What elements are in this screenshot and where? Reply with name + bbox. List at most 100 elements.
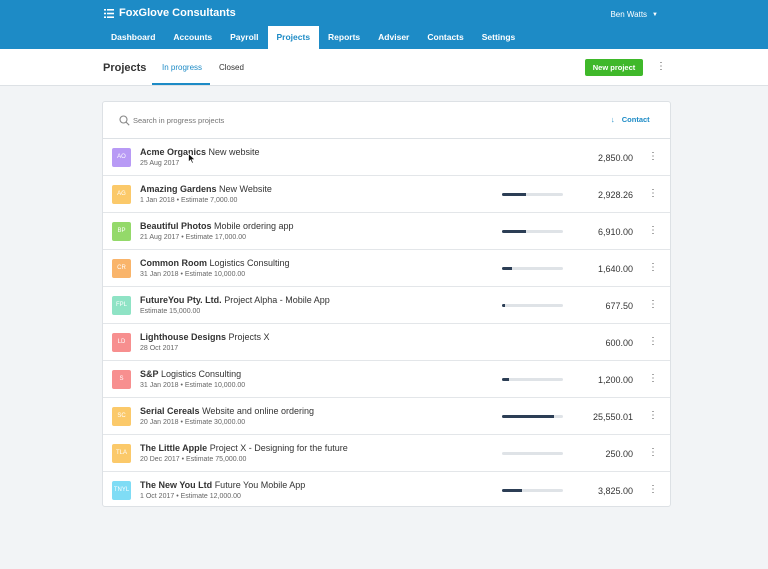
project-meta: 1 Oct 2017 • Estimate 12,000.00 bbox=[140, 493, 241, 500]
progress-fill bbox=[502, 230, 527, 233]
project-title: Lighthouse Designs Projects X bbox=[140, 332, 270, 342]
project-name: Logistics Consulting bbox=[209, 258, 290, 268]
project-row[interactable]: CR Common Room Logistics Consulting 31 Jan… bbox=[103, 250, 670, 287]
client-name: Acme Organics bbox=[140, 147, 207, 157]
more-options-icon[interactable]: ⋮ bbox=[656, 61, 666, 73]
project-row[interactable]: LD Lighthouse Designs Projects X 28 Oct 20… bbox=[103, 324, 670, 361]
avatar: CR bbox=[112, 259, 131, 278]
top-bar: FoxGlove Consultants Ben Watts ▼ Dashboa… bbox=[0, 0, 768, 49]
progress-bar bbox=[502, 193, 563, 196]
search-bar: ↓ Contact bbox=[103, 102, 670, 139]
avatar: LD bbox=[112, 333, 131, 352]
more-options-icon[interactable]: ⋮ bbox=[648, 336, 658, 348]
tab-in-progress[interactable]: In progress bbox=[162, 63, 202, 72]
project-row[interactable]: TLA The Little Apple Project X - Designin… bbox=[103, 435, 670, 472]
main-nav: Dashboard Accounts Payroll Projects Reports A… bbox=[102, 26, 524, 49]
client-name: The New You Ltd bbox=[140, 480, 213, 490]
org-switcher[interactable]: FoxGlove Consultants bbox=[104, 7, 236, 19]
project-meta: 25 Aug 2017 bbox=[140, 160, 180, 167]
new-project-button[interactable]: New project bbox=[585, 59, 643, 76]
project-meta: 28 Oct 2017 bbox=[140, 345, 179, 352]
avatar: SC bbox=[112, 407, 131, 426]
project-amount: 677.50 bbox=[605, 301, 633, 311]
more-options-icon[interactable]: ⋮ bbox=[648, 188, 658, 200]
search-icon bbox=[119, 115, 130, 126]
more-options-icon[interactable]: ⋮ bbox=[648, 151, 658, 163]
project-title: Common Room Logistics Consulting bbox=[140, 258, 290, 268]
nav-tab-contacts[interactable]: Contacts bbox=[418, 26, 472, 49]
nav-tab-settings[interactable]: Settings bbox=[473, 26, 525, 49]
avatar: TNYL bbox=[112, 481, 131, 500]
search-input[interactable] bbox=[133, 113, 433, 127]
avatar: TLA bbox=[112, 444, 131, 463]
tab-closed[interactable]: Closed bbox=[219, 63, 244, 72]
nav-tab-adviser[interactable]: Adviser bbox=[369, 26, 418, 49]
project-meta: Estimate 15,000.00 bbox=[140, 308, 201, 315]
project-name: Future You Mobile App bbox=[214, 480, 306, 490]
project-name: New Website bbox=[219, 184, 272, 194]
sub-header: Projects In progress Closed New project … bbox=[0, 49, 768, 86]
progress-bar bbox=[502, 378, 563, 381]
progress-fill bbox=[502, 415, 554, 418]
active-tab-indicator bbox=[152, 83, 210, 85]
more-options-icon[interactable]: ⋮ bbox=[648, 447, 658, 459]
user-menu[interactable]: Ben Watts ▼ bbox=[610, 10, 658, 19]
nav-tab-reports[interactable]: Reports bbox=[319, 26, 369, 49]
project-meta: 1 Jan 2018 • Estimate 7,000.00 bbox=[140, 197, 238, 204]
project-title: Acme Organics New website bbox=[140, 147, 260, 157]
project-amount: 1,200.00 bbox=[597, 375, 633, 385]
menu-icon bbox=[104, 8, 114, 18]
project-row[interactable]: BP Beautiful Photos Mobile ordering app 21… bbox=[103, 213, 670, 250]
client-name: Amazing Gardens bbox=[140, 184, 217, 194]
avatar: S bbox=[112, 370, 131, 389]
nav-tab-dashboard[interactable]: Dashboard bbox=[102, 26, 164, 49]
client-name: S&P bbox=[140, 369, 159, 379]
progress-bar bbox=[502, 230, 563, 233]
more-options-icon[interactable]: ⋮ bbox=[648, 299, 658, 311]
project-amount: 2,850.00 bbox=[597, 153, 633, 163]
project-amount: 2,928.26 bbox=[597, 190, 633, 200]
client-name: Lighthouse Designs bbox=[140, 332, 227, 342]
project-meta: 20 Jan 2018 • Estimate 30,000.00 bbox=[140, 419, 246, 426]
project-name: Projects X bbox=[228, 332, 270, 342]
client-name: Beautiful Photos bbox=[140, 221, 212, 231]
client-name: The Little Apple bbox=[140, 443, 208, 453]
project-row[interactable]: SC Serial Cereals Website and online orde… bbox=[103, 398, 670, 435]
client-name: FutureYou Pty. Ltd. bbox=[140, 295, 222, 305]
avatar: BP bbox=[112, 222, 131, 241]
nav-tab-payroll[interactable]: Payroll bbox=[221, 26, 267, 49]
project-amount: 6,910.00 bbox=[597, 227, 633, 237]
project-title: FutureYou Pty. Ltd. Project Alpha - Mobi… bbox=[140, 295, 330, 305]
project-meta: 21 Aug 2017 • Estimate 17,000.00 bbox=[140, 234, 246, 241]
project-amount: 250.00 bbox=[605, 449, 633, 459]
project-row[interactable]: TNYL The New You Ltd Future You Mobile Ap… bbox=[103, 472, 670, 509]
project-title: S&P Logistics Consulting bbox=[140, 369, 241, 379]
project-name: Project X - Designing for the future bbox=[209, 443, 348, 453]
project-title: Serial Cereals Website and online orderi… bbox=[140, 406, 314, 416]
project-name: New website bbox=[208, 147, 260, 157]
progress-bar bbox=[502, 415, 563, 418]
progress-fill bbox=[502, 193, 527, 196]
sort-contact-button[interactable]: ↓ Contact bbox=[611, 115, 650, 124]
progress-fill bbox=[502, 378, 510, 381]
more-options-icon[interactable]: ⋮ bbox=[648, 484, 658, 496]
project-amount: 3,825.00 bbox=[597, 486, 633, 496]
project-amount: 1,640.00 bbox=[597, 264, 633, 274]
project-title: Beautiful Photos Mobile ordering app bbox=[140, 221, 294, 231]
project-row[interactable]: S S&P Logistics Consulting 31 Jan 2018 • E… bbox=[103, 361, 670, 398]
avatar: AG bbox=[112, 185, 131, 204]
project-meta: 31 Jan 2018 • Estimate 10,000.00 bbox=[140, 271, 246, 278]
project-name: Logistics Consulting bbox=[161, 369, 242, 379]
mouse-cursor-icon bbox=[188, 153, 196, 164]
more-options-icon[interactable]: ⋮ bbox=[648, 262, 658, 274]
nav-tab-projects[interactable]: Projects bbox=[267, 26, 320, 49]
project-amount: 25,550.01 bbox=[592, 412, 633, 422]
project-title: The New You Ltd Future You Mobile App bbox=[140, 480, 305, 490]
user-name: Ben Watts bbox=[610, 10, 648, 19]
more-options-icon[interactable]: ⋮ bbox=[648, 410, 658, 422]
project-row[interactable]: FPL FutureYou Pty. Ltd. Project Alpha - M… bbox=[103, 287, 670, 324]
project-row[interactable]: AG Amazing Gardens New Website 1 Jan 2018 … bbox=[103, 176, 670, 213]
more-options-icon[interactable]: ⋮ bbox=[648, 225, 658, 237]
nav-tab-accounts[interactable]: Accounts bbox=[164, 26, 221, 49]
more-options-icon[interactable]: ⋮ bbox=[648, 373, 658, 385]
